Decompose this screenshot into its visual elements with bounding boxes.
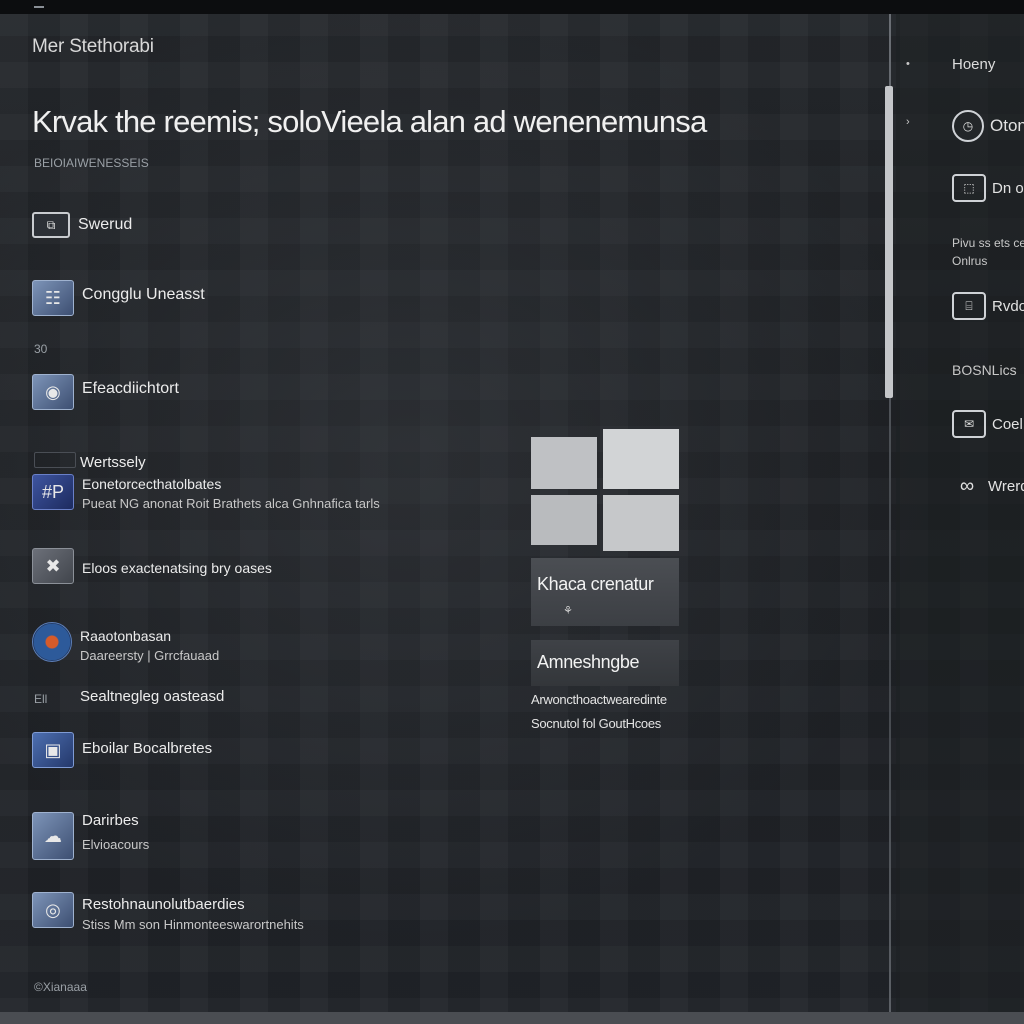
menu-item-swerud[interactable]: ⧉ Swerud	[32, 212, 132, 238]
menu-item-description: Pueat NG anonat Roit Brathets alca Gnhna…	[82, 496, 380, 511]
document-icon: ☷	[32, 280, 74, 316]
browser-icon	[32, 622, 72, 662]
page-headline: Krvak the reemis; solo​Vieela alan ad we…	[32, 104, 707, 139]
menu-item-label: Eboilar Bocalbretes	[82, 740, 213, 757]
folder-icon: ⧉	[32, 212, 70, 238]
footer-mark: ©Xianaaa	[34, 980, 87, 994]
right-item-label: Dn o	[992, 179, 1024, 197]
link-icon: ∞	[959, 474, 975, 497]
section-label: Wertssely	[80, 454, 146, 471]
tile-icon: ⚘	[563, 605, 573, 617]
start-tile-1[interactable]: Khaca crenatur ⚘	[531, 558, 679, 626]
tools-icon: ✖	[32, 548, 74, 584]
start-tile-2[interactable]: Amneshngbe	[531, 640, 679, 686]
chevron-icon[interactable]	[34, 0, 44, 8]
clock-icon: ◷	[952, 110, 984, 142]
right-item-label: Otone	[990, 116, 1024, 135]
menu-item-label: Sealtnegleg oasteasd	[80, 688, 225, 705]
right-item-coel[interactable]: ✉ Coel	[952, 410, 1023, 438]
menu-item-restoh[interactable]: ◎ Restohnaunolutbaerdies Stiss Mm son Hi…	[32, 892, 304, 932]
logo-pane	[603, 495, 679, 551]
menu-item-raaoton[interactable]: Raaotonbasan Daareersty | Grrcfauaad	[32, 622, 219, 663]
top-bar	[0, 0, 1024, 14]
tile-label: Khaca crenatur	[537, 574, 654, 594]
monitor-icon: ⬚	[952, 174, 986, 202]
menu-item-description: Stiss Mm son Hinmonteeswarortnehits	[82, 917, 304, 932]
right-item-label: Coel	[992, 415, 1023, 433]
desktop-screen: Mer Stethorabi Krvak the reemis; solo​Vi…	[0, 0, 1024, 1024]
image-icon: ◉	[32, 374, 74, 410]
tile-description: Socnutol fol GoutHcoes	[531, 716, 661, 731]
windows-logo-icon	[531, 429, 679, 551]
menu-section-wertssely: Wertssely	[80, 446, 146, 471]
stray-mark: 30	[34, 342, 48, 356]
menu-item-label: Efeacdiichtort	[82, 380, 179, 397]
chevron-right-icon[interactable]: ›	[906, 116, 910, 128]
logo-pane	[531, 437, 597, 489]
right-pane	[896, 14, 1024, 1012]
section-badge	[34, 452, 76, 468]
right-item-label: Wrerd	[988, 477, 1024, 495]
camera-icon: ◎	[32, 892, 74, 928]
mail-icon: ✉	[952, 410, 986, 438]
menu-item-label: Raaotonbasan	[80, 628, 172, 644]
menu-item-sealtneg[interactable]: Sealtnegleg oasteasd	[80, 680, 224, 705]
cloud-icon: ☁	[32, 812, 74, 860]
right-pane-title: Hoeny	[952, 56, 996, 73]
menu-item-eboilar[interactable]: ▣ Eboilar Bocalbretes	[32, 732, 212, 768]
right-item-dno[interactable]: ⬚ Dn o	[952, 174, 1024, 202]
right-item-otone[interactable]: ◷ Otone	[952, 110, 1024, 142]
menu-item-congglu[interactable]: ☷ Congglu Uneasst	[32, 280, 205, 316]
menu-item-label: Eloos exactenatsing bry oases	[82, 560, 272, 576]
logo-pane	[531, 495, 597, 545]
right-pane-heading: BOSNLics	[952, 362, 1017, 378]
menu-item-description: Daareersty | Grrcfauaad	[80, 648, 220, 663]
logo-pane	[603, 429, 679, 489]
right-item-rvdo[interactable]: ⌸ Rvdo	[952, 292, 1024, 320]
menu-item-label: Eonetorcecthatolbates	[82, 476, 222, 492]
menu-item-efeac[interactable]: ◉ Efeacdiichtort	[32, 374, 179, 410]
stray-mark: Ell	[34, 692, 48, 706]
chevron-right-icon[interactable]: •	[906, 58, 910, 70]
menu-item-darirbes[interactable]: ☁ Darirbes Elvioacours	[32, 812, 149, 860]
scrollbar-thumb[interactable]	[885, 86, 893, 398]
right-pane-text: Pivu ss ets celo	[952, 236, 1024, 250]
tile-label: Amneshngbe	[537, 652, 640, 672]
menu-item-label: Darirbes	[82, 812, 139, 829]
app-title: Mer Stethorabi	[32, 36, 154, 57]
taskbar	[0, 1012, 1024, 1024]
right-item-label: Rvdo	[992, 297, 1024, 315]
folder-icon: ⌸	[952, 292, 986, 320]
right-pane-text: Onlrus	[952, 254, 988, 268]
menu-item-label: Congglu Uneasst	[82, 286, 205, 303]
menu-item-description: Elvioacours	[82, 837, 150, 852]
menu-item-eonetor[interactable]: #P Eonetorcecthatolbates Pueat NG anonat…	[32, 474, 380, 511]
app-icon: #P	[32, 474, 74, 510]
menu-item-label: Swerud	[78, 216, 133, 233]
tile-description: Arwoncthoactwearedinte	[531, 692, 667, 707]
right-item-wrerd[interactable]: ∞ Wrerd	[952, 474, 1024, 498]
menu-item-eloos[interactable]: ✖ Eloos exactenatsing bry oases	[32, 548, 272, 584]
menu-item-label: Restohnaunolutbaerdies	[82, 896, 245, 913]
window-icon: ▣	[32, 732, 74, 768]
subcaption: BEIOIAIWENESSEIS	[34, 156, 149, 170]
